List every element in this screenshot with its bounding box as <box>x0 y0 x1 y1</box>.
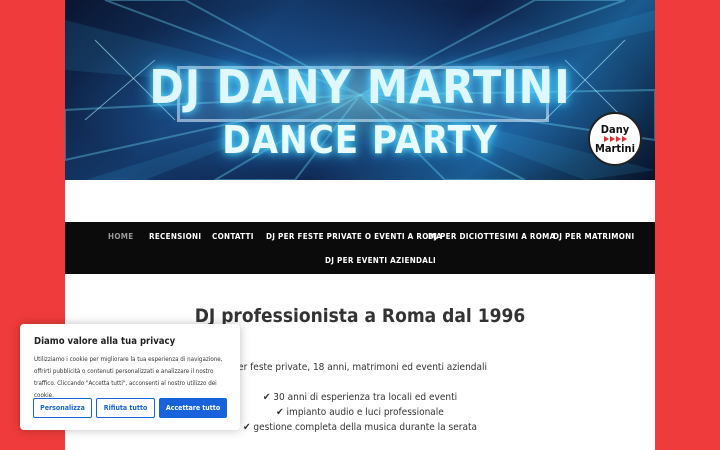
customize-button[interactable]: Personalizza <box>33 398 92 418</box>
reject-all-button[interactable]: Rifiuta tutto <box>96 398 155 418</box>
nav-item-diciottesimi[interactable]: DJ PER DICIOTTESIMI A ROMA <box>428 232 556 241</box>
cookie-title: Diamo valore alla tua privacy <box>34 336 176 347</box>
nav-item-feste-private[interactable]: DJ PER FESTE PRIVATE O EVENTI A ROMA <box>266 232 442 241</box>
nav-item-eventi-aziendali[interactable]: DJ PER EVENTI AZIENDALI <box>325 256 436 265</box>
nav-item-contatti[interactable]: CONTATTI <box>212 232 254 241</box>
nav-item-matrimoni[interactable]: DJ PER MATRIMONI <box>553 232 634 241</box>
accept-all-button[interactable]: Accettare tutto <box>159 398 227 418</box>
nav-item-recensioni[interactable]: RECENSIONI <box>149 232 201 241</box>
logo-text-top: Dany <box>600 123 630 136</box>
nav-item-home[interactable]: HOME <box>108 232 133 241</box>
header-banner[interactable]: DJ DANY MARTINI DANCE PARTY Dany Martini <box>65 0 655 180</box>
banner-title: DJ DANY MARTINI <box>149 60 571 114</box>
cookie-description: Utilizziamo i cookie per migliorare la t… <box>34 356 223 399</box>
main-navigation: HOME RECENSIONI CONTATTI DJ PER FESTE PR… <box>65 222 655 274</box>
banner-subtitle: DANCE PARTY <box>222 118 498 162</box>
cookie-consent-banner: Diamo valore alla tua privacy Utilizziam… <box>20 324 240 430</box>
logo-text-bottom: Martini <box>595 142 635 155</box>
brand-logo[interactable]: Dany Martini <box>588 112 642 166</box>
